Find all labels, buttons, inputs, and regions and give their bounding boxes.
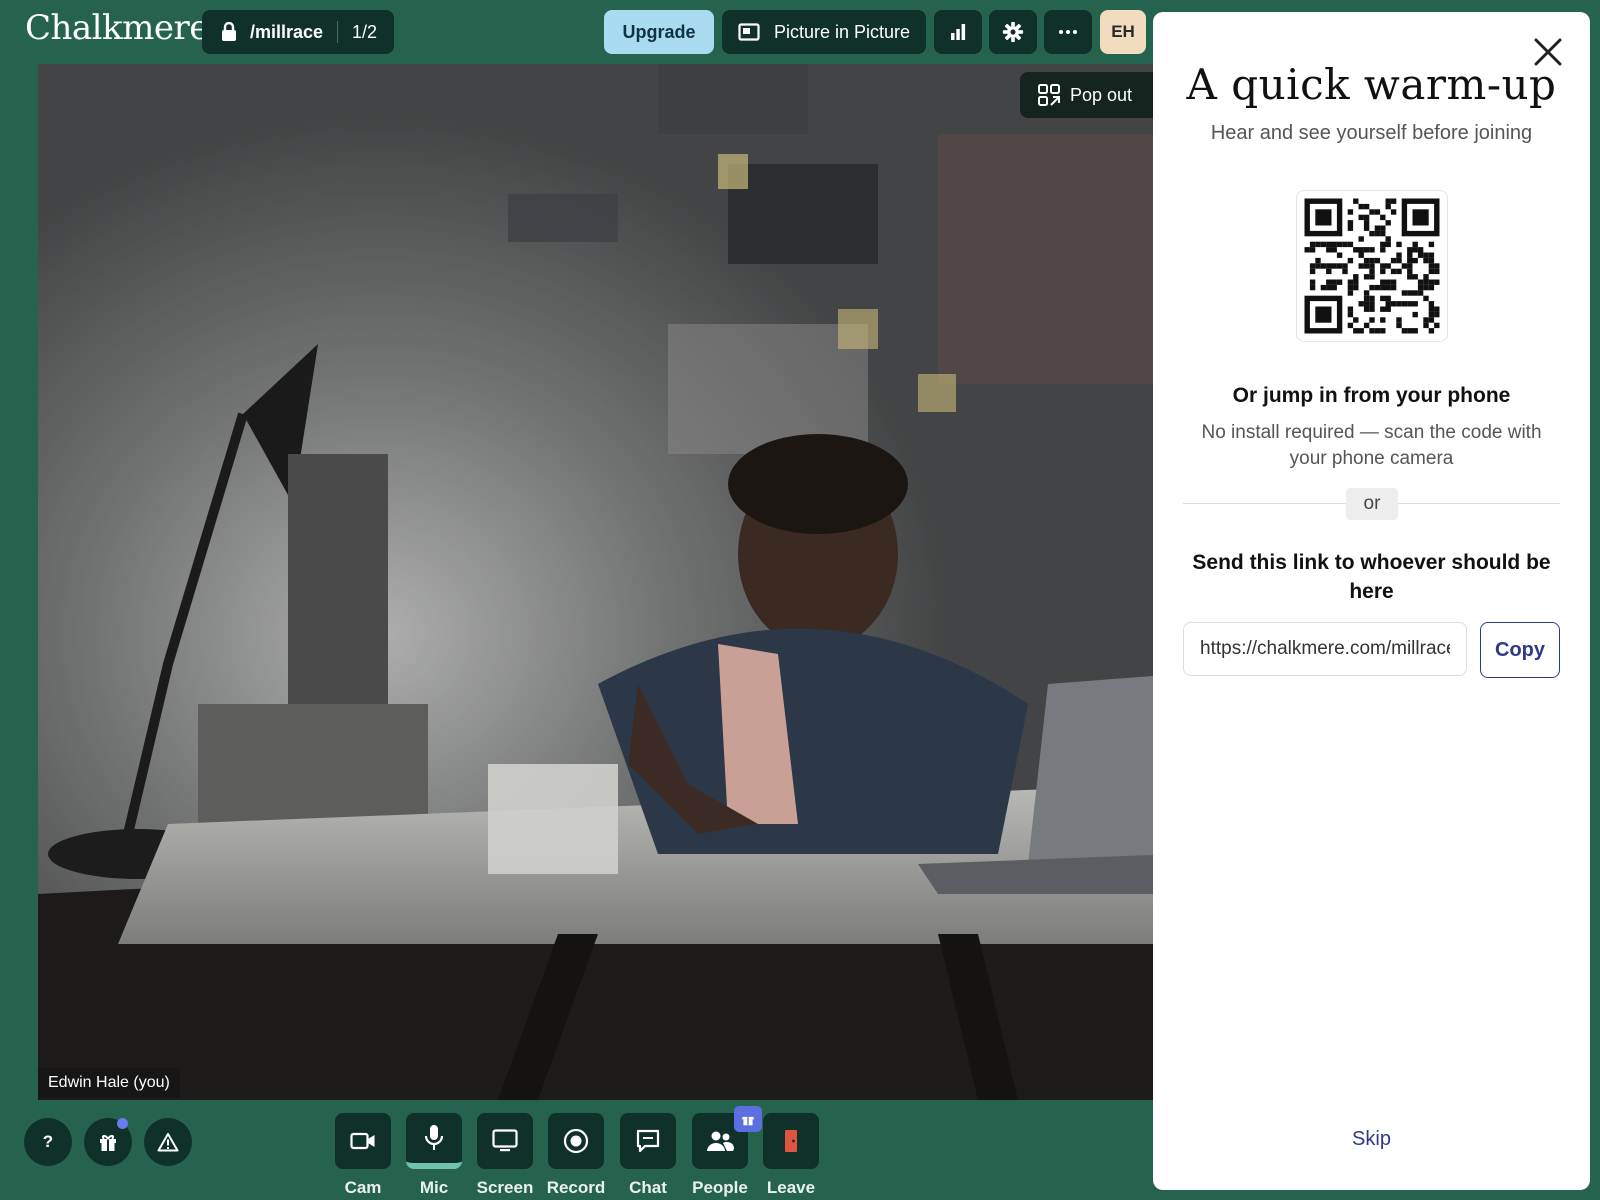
chat-button[interactable] [620, 1113, 676, 1169]
leave-label: Leave [766, 1178, 816, 1197]
report-issue-button[interactable] [144, 1118, 192, 1166]
chat-label: Chat [629, 1178, 667, 1197]
leave-button[interactable] [763, 1113, 819, 1169]
lock-icon [222, 22, 236, 41]
picture-in-picture-button[interactable]: Picture in Picture [722, 10, 926, 54]
microphone-icon [424, 1125, 444, 1150]
copy-link-button[interactable]: Copy [1480, 622, 1560, 678]
picture-in-picture-icon [738, 23, 760, 41]
signal-bars-icon [951, 24, 966, 40]
participant-name-tag: Edwin Hale (you) [38, 1068, 180, 1098]
video-camera-icon [350, 1132, 375, 1150]
panel-title: A quick warm-up [1186, 60, 1557, 109]
room-selector[interactable]: /millrace 1/2 [202, 10, 394, 54]
qr-code [1296, 190, 1448, 342]
question-mark-icon: ? [42, 1132, 54, 1151]
send-link-heading: Send this link to whoever should be here [1192, 551, 1551, 603]
phone-heading: Or jump in from your phone [1232, 384, 1511, 407]
chat-bubble-icon [636, 1129, 660, 1153]
monitor-icon [492, 1129, 518, 1152]
screen-label: Screen [476, 1178, 534, 1197]
camera-label: Cam [344, 1178, 382, 1197]
help-button[interactable]: ? [24, 1118, 72, 1166]
pop-out-button[interactable]: Pop out [1020, 72, 1160, 118]
people-icon [707, 1131, 734, 1151]
phone-description: No install required — scan the code with… [1201, 422, 1542, 469]
pop-out-label: Pop out [1070, 84, 1133, 105]
record-icon [563, 1128, 589, 1154]
record-button[interactable] [548, 1113, 604, 1169]
exit-door-icon [785, 1130, 797, 1152]
notification-dot [117, 1118, 128, 1129]
room-divider [337, 21, 339, 43]
people-label: People [692, 1178, 748, 1197]
more-options-button[interactable] [1044, 10, 1092, 54]
gear-icon [1002, 21, 1024, 43]
gift-icon [100, 1135, 116, 1151]
stats-button[interactable] [934, 10, 982, 54]
self-video-feed [38, 64, 1178, 1100]
pop-out-icon [1038, 84, 1060, 106]
more-dots-icon [1059, 30, 1077, 34]
skip-button[interactable]: Skip [1153, 1128, 1590, 1151]
divider-or-label: or [1346, 488, 1398, 520]
gift-icon [742, 1116, 754, 1126]
room-name: /millrace [250, 21, 324, 42]
camera-button[interactable] [335, 1113, 391, 1169]
panel-subtitle: Hear and see yourself before joining [1210, 122, 1533, 144]
qr-code-image [1304, 198, 1440, 334]
participant-count: 1/2 [352, 21, 378, 42]
invite-link-input[interactable] [1183, 622, 1467, 676]
record-label: Record [546, 1178, 606, 1197]
microphone-label: Mic [419, 1178, 449, 1197]
microphone-button[interactable] [406, 1113, 462, 1169]
screen-share-button[interactable] [477, 1113, 533, 1169]
video-scene [38, 64, 1178, 1100]
app-logo: Chalkmere [25, 8, 209, 48]
pip-label: Picture in Picture [773, 21, 911, 42]
user-avatar[interactable]: EH [1100, 10, 1146, 54]
warning-icon [157, 1133, 179, 1152]
people-gift-badge [734, 1106, 762, 1132]
upgrade-button[interactable]: Upgrade [604, 10, 714, 54]
settings-button[interactable] [989, 10, 1037, 54]
